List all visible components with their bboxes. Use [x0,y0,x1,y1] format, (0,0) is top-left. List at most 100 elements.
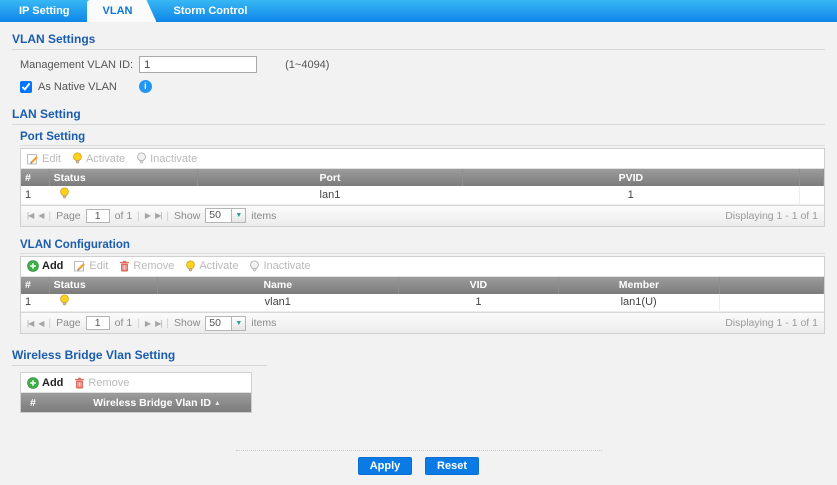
chevron-down-icon: ▼ [231,209,245,222]
trash-icon [119,260,130,272]
management-vlan-label: Management VLAN ID: [20,59,133,71]
tab-vlan[interactable]: VLAN [87,0,157,22]
first-page-button[interactable]: |◀ [27,211,33,220]
wireless-bridge-subsection: Add Remove # Wireless Bridge Vlan ID▲ [12,372,825,413]
prev-page-button[interactable]: ◀ [38,319,43,328]
vlan-settings-title: VLAN Settings [12,32,825,50]
footer: Apply Reset [0,450,837,475]
vlan-settings-page: IP Setting VLAN Storm Control VLAN Setti… [0,0,837,485]
page-number-input[interactable] [86,209,110,223]
page-of-label: of 1 [115,210,133,222]
edit-icon [27,153,39,165]
reset-button[interactable]: Reset [425,457,479,475]
last-page-button[interactable]: ▶| [155,211,161,220]
pager-separator: | [137,210,140,222]
tab-ip-setting[interactable]: IP Setting [2,0,87,22]
add-button[interactable]: Add [27,377,63,389]
row-vid-cell: 1 [398,294,559,312]
show-label: Show [174,317,200,329]
management-vlan-range-hint: (1~4094) [285,59,329,71]
column-header-num[interactable]: # [21,169,49,186]
page-number-input[interactable] [86,316,110,330]
page-of-label: of 1 [115,317,133,329]
activate-label: Activate [199,260,238,272]
remove-button[interactable]: Remove [119,260,174,272]
content-area: VLAN Settings Management VLAN ID: (1~409… [0,22,837,413]
column-header-status[interactable]: Status [49,277,157,294]
add-label: Add [42,377,63,389]
prev-page-button[interactable]: ◀ [38,211,43,220]
column-header-pvid[interactable]: PVID [462,169,799,186]
row-port-cell: lan1 [198,186,463,204]
inactivate-label: Inactivate [150,153,197,165]
first-page-button[interactable]: |◀ [27,319,33,328]
wireless-bridge-table-box: Add Remove # Wireless Bridge Vlan ID▲ [20,372,252,413]
management-vlan-row: Management VLAN ID: (1~4094) [20,56,825,73]
bulb-off-icon [136,152,147,165]
vlan-configuration-title: VLAN Configuration [20,239,825,254]
edit-button[interactable]: Edit [74,260,108,272]
status-active-bulb-icon [59,294,70,310]
column-header-port[interactable]: Port [198,169,463,186]
port-setting-table-box: Edit Activate Inactivate # [20,148,825,227]
pager-separator: | [137,317,140,329]
add-button[interactable]: Add [27,260,63,272]
items-label: items [251,210,276,222]
column-header-filler [719,277,823,294]
activate-button[interactable]: Activate [72,152,125,165]
management-vlan-input[interactable] [139,56,257,73]
tab-storm-control[interactable]: Storm Control [156,0,264,22]
column-header-num[interactable]: # [21,397,63,409]
activate-button[interactable]: Activate [185,260,238,273]
column-header-status[interactable]: Status [49,169,197,186]
row-filler-cell [719,294,823,312]
row-status-cell [49,186,197,204]
chevron-down-icon: ▼ [231,317,245,330]
last-page-button[interactable]: ▶| [155,319,161,328]
row-name-cell: vlan1 [157,294,398,312]
native-vlan-row: As Native VLAN i [20,80,825,93]
footer-buttons: Apply Reset [0,457,837,475]
add-icon [27,377,39,389]
activate-label: Activate [86,153,125,165]
wireless-bridge-toolbar: Add Remove [21,373,251,393]
page-size-select[interactable]: 50 ▼ [205,208,246,223]
vlan-configuration-toolbar: Add Edit Remove Activate [21,257,824,277]
edit-label: Edit [89,260,108,272]
displaying-status: Displaying 1 - 1 of 1 [725,210,818,222]
next-page-button[interactable]: ▶ [145,319,150,328]
vlan-configuration-header-row: # Status Name VID Member [21,277,824,294]
row-member-cell: lan1(U) [559,294,720,312]
lan-setting-subsection: Port Setting Edit Activate Inactivate [12,131,825,334]
bulb-on-icon [185,260,196,273]
wireless-bridge-title: Wireless Bridge Vlan Setting [12,348,267,366]
info-icon[interactable]: i [139,80,152,93]
remove-button[interactable]: Remove [74,377,129,389]
inactivate-button[interactable]: Inactivate [136,152,197,165]
tab-bar: IP Setting VLAN Storm Control [0,0,837,22]
column-header-member[interactable]: Member [559,277,720,294]
next-page-button[interactable]: ▶ [145,211,150,220]
apply-button[interactable]: Apply [358,457,412,475]
add-icon [27,260,39,272]
edit-button[interactable]: Edit [27,153,61,165]
page-size-value: 50 [206,317,231,330]
native-vlan-checkbox[interactable] [20,81,32,93]
column-header-vid[interactable]: VID [398,277,559,294]
vlan-configuration-pager: |◀ ◀ | Page of 1 | ▶ ▶| | Show 50 ▼ item… [21,312,824,333]
lan-setting-title: LAN Setting [12,107,825,125]
vlan-id-header-label: Wireless Bridge Vlan ID [93,397,211,409]
column-header-vlan-id[interactable]: Wireless Bridge Vlan ID▲ [63,397,251,409]
vlan-configuration-table: # Status Name VID Member 1 [21,277,824,313]
table-row[interactable]: 1 vlan1 1 lan1(U) [21,294,824,312]
column-header-name[interactable]: Name [157,277,398,294]
port-setting-toolbar: Edit Activate Inactivate [21,149,824,169]
pager-separator: | [48,317,51,329]
page-size-select[interactable]: 50 ▼ [205,316,246,331]
inactivate-button[interactable]: Inactivate [249,260,310,273]
trash-icon [74,377,85,389]
page-label: Page [56,210,81,222]
column-header-num[interactable]: # [21,277,49,294]
table-row[interactable]: 1 lan1 1 [21,186,824,204]
show-label: Show [174,210,200,222]
